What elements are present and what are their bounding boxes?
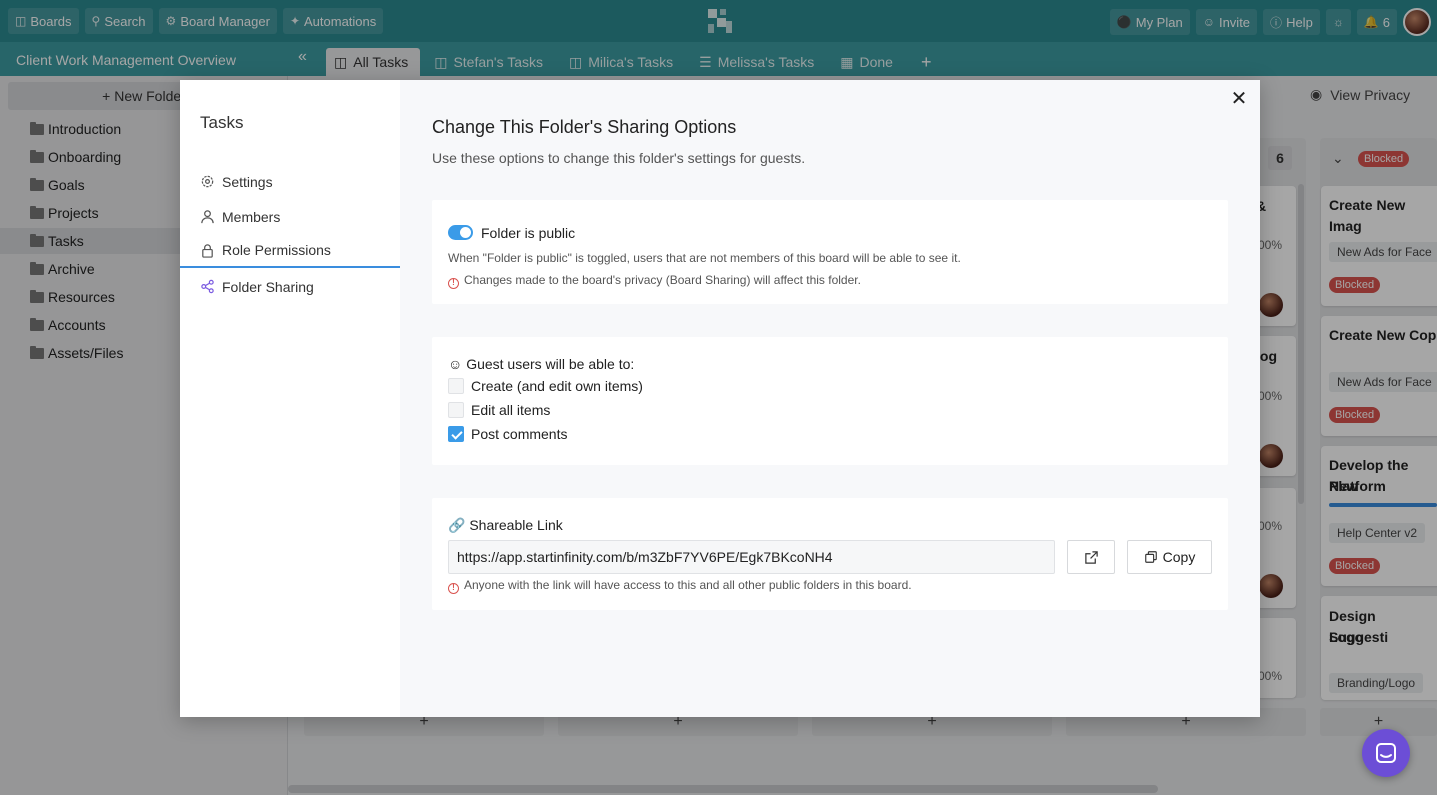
external-link-icon xyxy=(1085,551,1098,564)
modal-content: ✕ Change This Folder's Sharing Options U… xyxy=(400,80,1260,717)
post-comments-label: Post comments xyxy=(471,426,568,442)
edit-all-items-checkbox[interactable] xyxy=(448,402,464,418)
modal-title: Change This Folder's Sharing Options xyxy=(432,117,737,137)
board-privacy-warning: ! Changes made to the board's privacy (Bo… xyxy=(448,273,861,289)
edit-all-items-label: Edit all items xyxy=(471,402,551,418)
close-icon[interactable]: ✕ xyxy=(1230,89,1248,109)
nav-members[interactable]: Members xyxy=(180,199,400,234)
chat-icon xyxy=(1376,743,1396,763)
user-icon xyxy=(201,210,214,224)
copy-link-button[interactable]: Copy xyxy=(1127,540,1212,574)
nav-role-permissions[interactable]: Role Permissions xyxy=(180,234,400,268)
shareable-link-input[interactable] xyxy=(448,540,1055,574)
guest-heading: ☺ Guest users will be able to: xyxy=(448,356,635,372)
shareable-link-section: 🔗 Shareable Link Copy !Anyone with the l… xyxy=(432,498,1228,610)
post-comments-checkbox[interactable] xyxy=(448,426,464,442)
share-icon xyxy=(201,279,214,294)
modal-nav: Tasks Settings Members Role Permissions … xyxy=(180,80,400,717)
create-items-checkbox[interactable] xyxy=(448,378,464,394)
guest-permissions-section: ☺ Guest users will be able to: Create (a… xyxy=(432,337,1228,465)
chat-support-button[interactable] xyxy=(1362,729,1410,777)
modal-subtitle: Use these options to change this folder'… xyxy=(432,150,806,166)
create-items-label: Create (and edit own items) xyxy=(471,378,643,394)
warning-icon: ! xyxy=(448,583,459,594)
modal-nav-title: Tasks xyxy=(200,113,244,132)
users-icon: ☺ xyxy=(448,356,463,372)
public-section: Folder is public When "Folder is public"… xyxy=(432,200,1228,304)
folder-public-toggle[interactable] xyxy=(448,225,473,240)
link-icon: 🔗 xyxy=(448,517,466,533)
warning-icon: ! xyxy=(448,278,459,289)
open-link-button[interactable] xyxy=(1067,540,1115,574)
gear-icon xyxy=(201,175,214,188)
nav-folder-sharing[interactable]: Folder Sharing xyxy=(180,269,400,304)
shareable-link-heading: 🔗 Shareable Link xyxy=(448,517,563,533)
copy-icon xyxy=(1144,551,1157,563)
folder-settings-modal: Tasks Settings Members Role Permissions … xyxy=(180,80,1260,717)
folder-public-help: When "Folder is public" is toggled, user… xyxy=(448,251,961,265)
nav-settings[interactable]: Settings xyxy=(180,164,400,199)
link-access-warning: ! Anyone with the link will have access t… xyxy=(448,578,912,594)
lock-icon xyxy=(202,243,213,258)
folder-public-label: Folder is public xyxy=(481,225,576,241)
